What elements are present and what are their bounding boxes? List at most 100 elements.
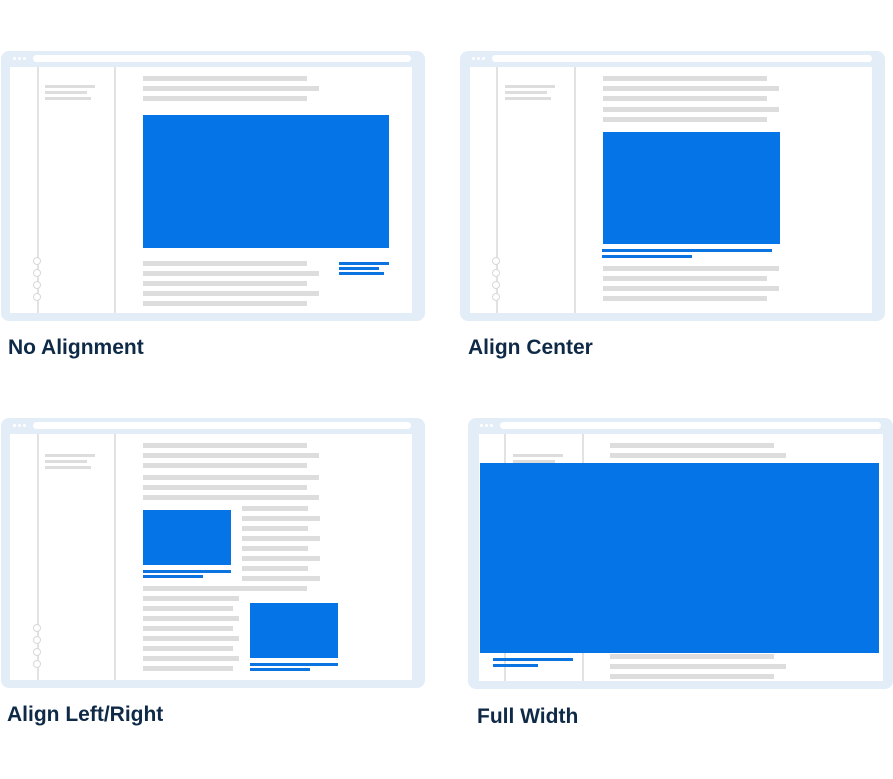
text-line (143, 443, 307, 448)
sidebar-divider (114, 67, 116, 313)
window-dot (477, 57, 480, 60)
image-block-right (250, 603, 338, 658)
text-line (603, 86, 779, 91)
caption-no-alignment: No Alignment (8, 336, 144, 359)
sidebar-line (505, 97, 551, 100)
window-dot (13, 57, 16, 60)
browser-frame-full-width (468, 418, 893, 689)
sidebar-line (45, 460, 87, 463)
caption-line (339, 272, 384, 275)
image-block-left (143, 510, 231, 565)
window-dot (485, 424, 488, 427)
image-block-full-width (480, 463, 879, 653)
text-line (143, 656, 239, 661)
text-line (603, 76, 767, 81)
browser-frame-no-alignment (1, 51, 425, 321)
text-line (143, 475, 319, 480)
sidebar-line (45, 454, 95, 457)
nav-circle-icon (33, 257, 41, 265)
sidebar-divider (114, 434, 116, 680)
sidebar-line (505, 91, 547, 94)
text-line (143, 463, 307, 468)
caption-line (250, 668, 310, 671)
text-line (143, 666, 233, 671)
text-line (242, 506, 308, 511)
text-line (603, 107, 779, 112)
caption-line (143, 575, 203, 578)
browser-frame-align-left-right (1, 418, 425, 688)
nav-circle-icon (33, 281, 41, 289)
page-canvas (470, 67, 872, 313)
nav-circle-icon (492, 269, 500, 277)
caption-line (143, 570, 231, 573)
text-line (143, 301, 307, 306)
text-line (143, 495, 319, 500)
text-line (610, 443, 774, 448)
window-dot (23, 424, 26, 427)
sidebar-line (45, 85, 95, 88)
sidebar-line (513, 454, 563, 457)
nav-circle-icon (492, 257, 500, 265)
text-line (143, 596, 239, 601)
text-line (603, 296, 767, 301)
sidebar-line (45, 97, 91, 100)
image-block (143, 115, 389, 248)
nav-circle-icon (33, 648, 41, 656)
window-dot (23, 57, 26, 60)
text-line (610, 664, 786, 669)
address-bar (33, 55, 411, 62)
text-line (143, 96, 307, 101)
text-line (610, 453, 786, 458)
address-bar (33, 422, 411, 429)
sidebar-line (45, 466, 91, 469)
browser-frame-align-center (460, 51, 885, 321)
text-line (143, 616, 239, 621)
text-line (143, 646, 233, 651)
image-block (603, 132, 780, 244)
window-dot (482, 57, 485, 60)
text-line (610, 674, 774, 679)
window-dot (13, 424, 16, 427)
text-line (143, 485, 307, 490)
text-line (143, 291, 319, 296)
text-line (603, 266, 779, 271)
text-line (242, 576, 320, 581)
caption-line (602, 249, 772, 252)
text-line (143, 281, 307, 286)
text-line (610, 654, 774, 659)
nav-circle-icon (33, 636, 41, 644)
address-bar (492, 55, 872, 62)
caption-align-left-right: Align Left/Right (7, 703, 164, 726)
text-line (603, 276, 767, 281)
sidebar-line (45, 91, 87, 94)
caption-line (493, 664, 538, 667)
text-line (143, 261, 307, 266)
window-dot (490, 424, 493, 427)
caption-line (250, 663, 338, 666)
text-line (143, 453, 319, 458)
caption-line (339, 262, 389, 265)
caption-line (339, 267, 379, 270)
window-dot (18, 57, 21, 60)
text-line (143, 86, 319, 91)
nav-circle-icon (33, 660, 41, 668)
text-line (603, 286, 779, 291)
caption-line (602, 255, 692, 258)
text-line (143, 636, 239, 641)
text-line (143, 76, 307, 81)
nav-circle-icon (33, 624, 41, 632)
caption-align-center: Align Center (468, 336, 593, 359)
text-line (242, 526, 308, 531)
text-line (242, 546, 308, 551)
caption-line (493, 658, 573, 661)
nav-circle-icon (33, 269, 41, 277)
text-line (242, 556, 320, 561)
page-canvas (10, 67, 412, 313)
window-dot (472, 57, 475, 60)
nav-circle-icon (492, 293, 500, 301)
text-line (143, 271, 319, 276)
nav-circle-icon (492, 281, 500, 289)
sidebar-line (505, 85, 555, 88)
text-line (603, 96, 767, 101)
text-line (242, 536, 320, 541)
